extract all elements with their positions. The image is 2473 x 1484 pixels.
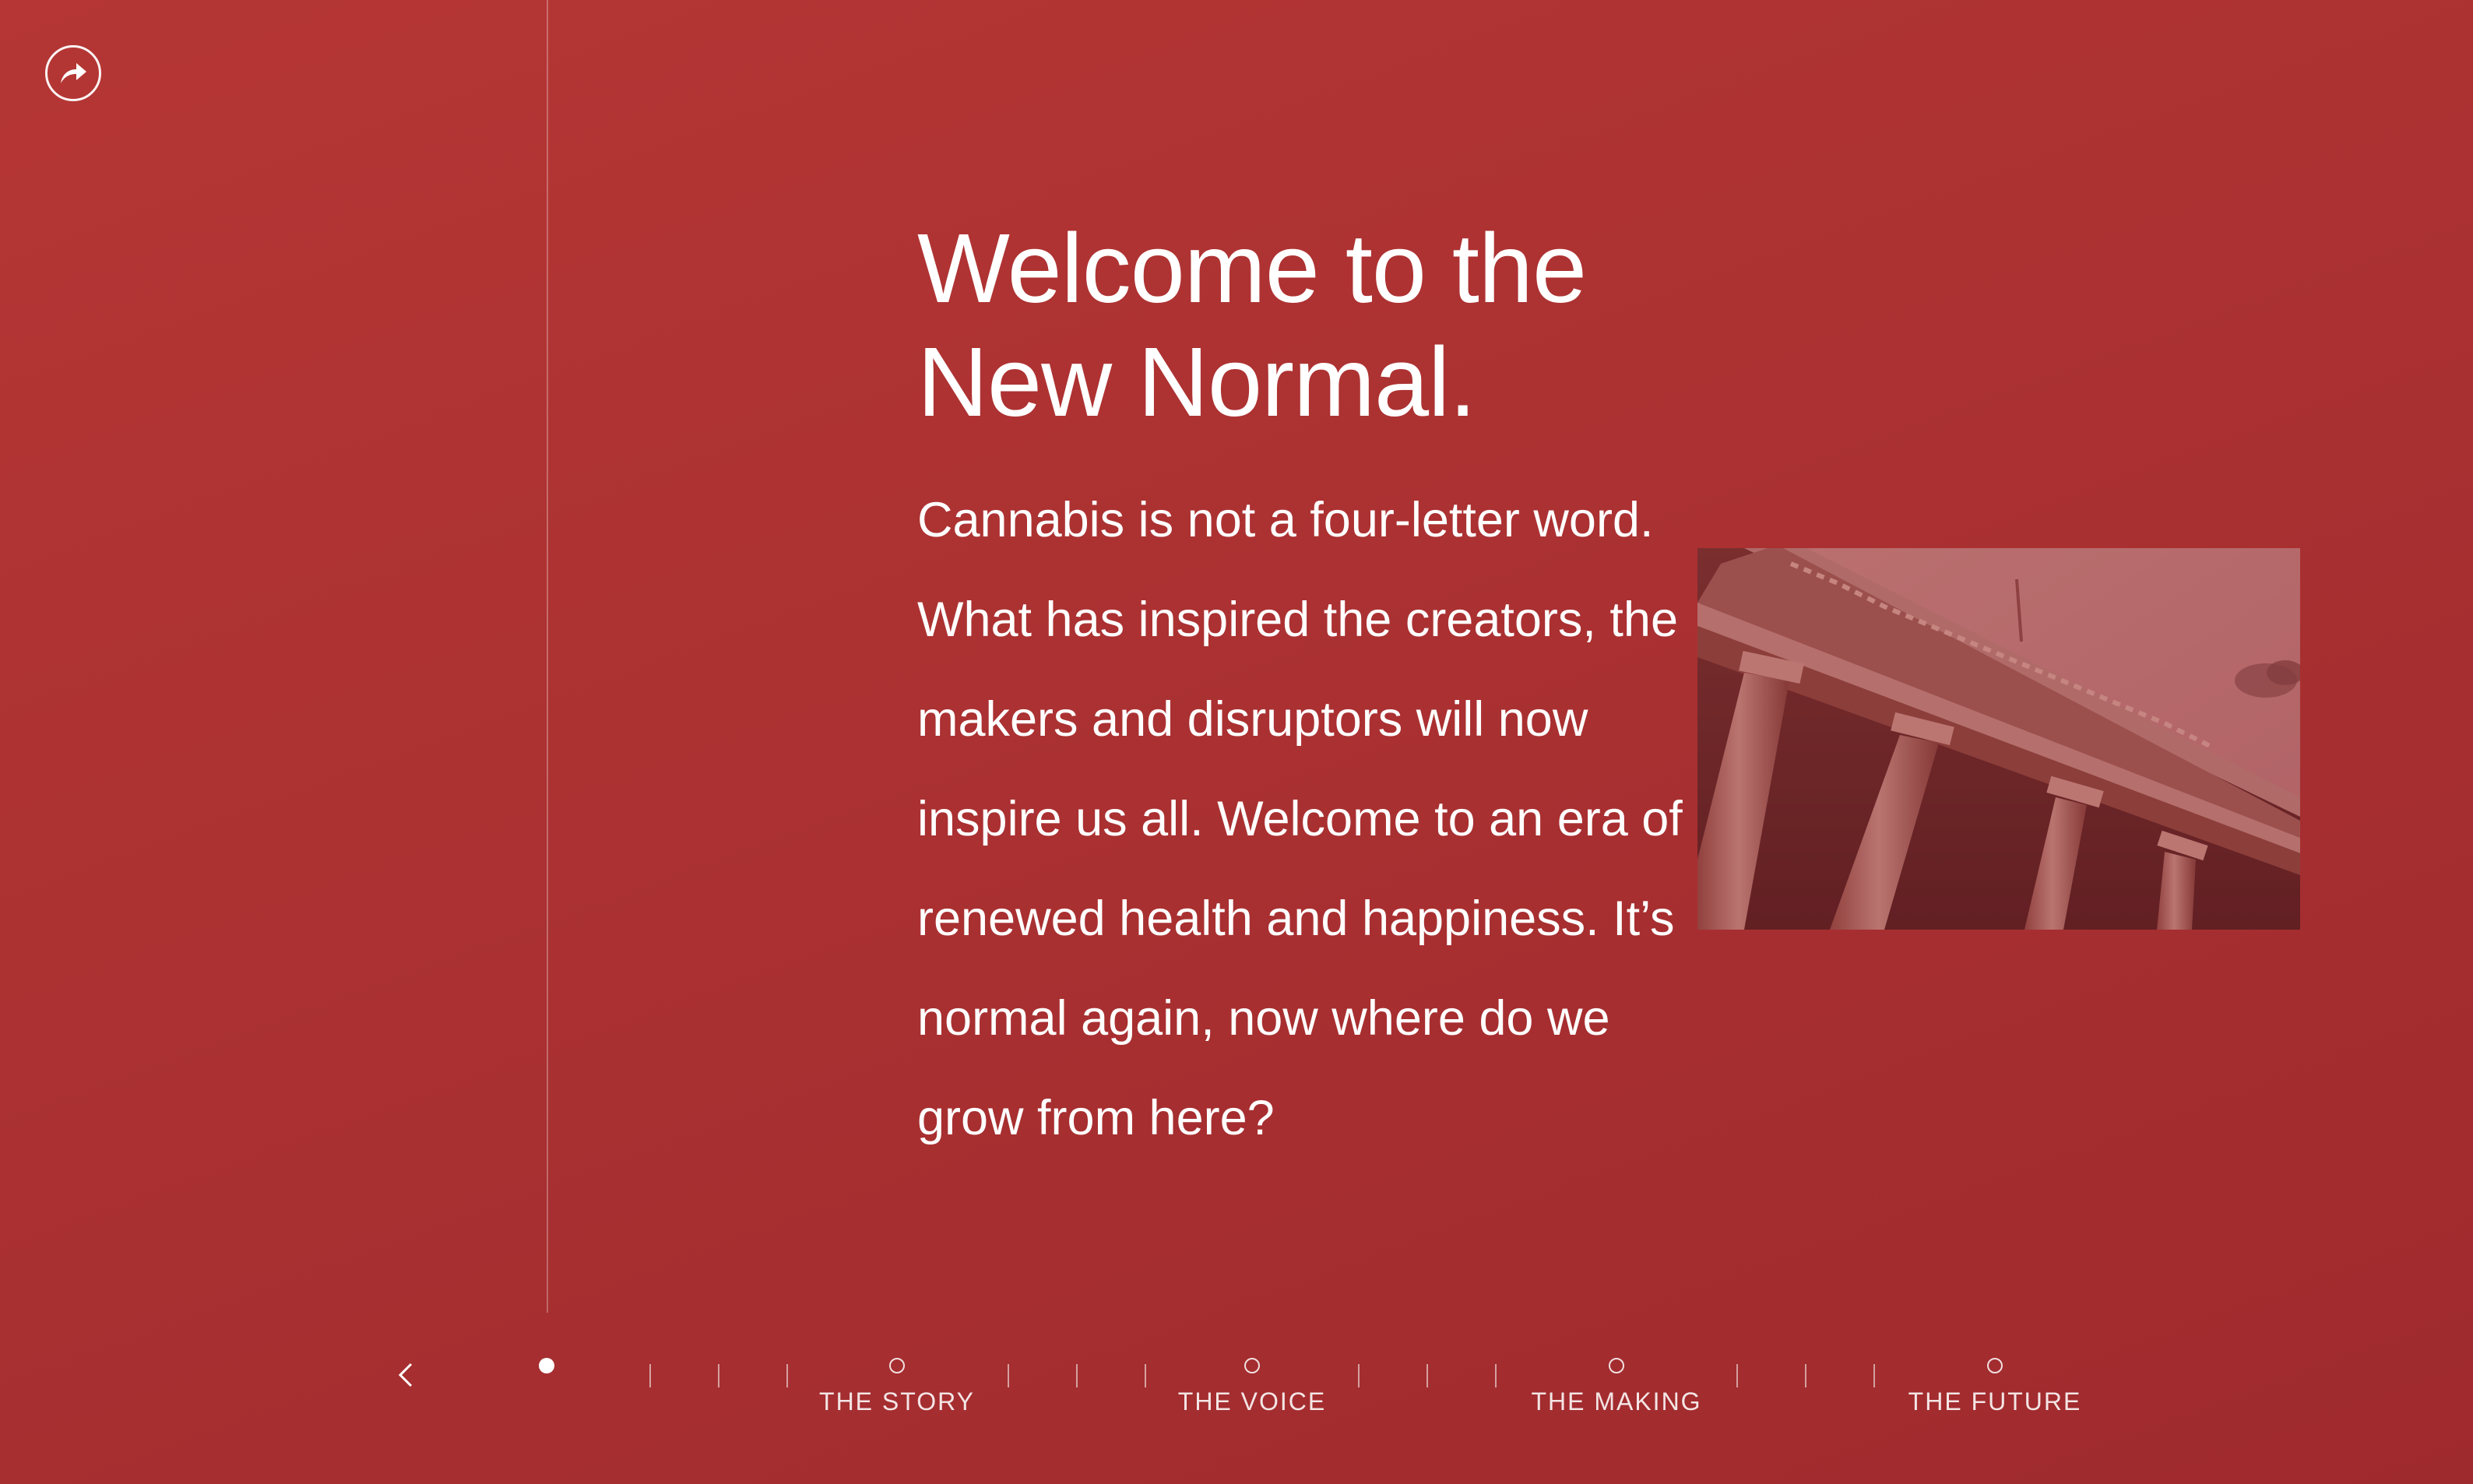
nav-label-future[interactable]: THE FUTURE <box>1870 1387 2119 1416</box>
nav-tick[interactable] <box>1736 1364 1738 1387</box>
share-button[interactable] <box>45 45 101 101</box>
intro-paragraph: Cannabis is not a four-letter word. What… <box>917 493 1683 1145</box>
nav-tick[interactable] <box>1008 1364 1009 1387</box>
chevron-left-icon <box>398 1363 413 1387</box>
page-title: Welcome to the New Normal. <box>917 213 1587 437</box>
nav-tick[interactable] <box>1495 1364 1497 1387</box>
nav-dot-story[interactable] <box>889 1358 905 1373</box>
previous-button[interactable] <box>389 1358 424 1392</box>
courthouse-columns-image <box>1697 548 2300 930</box>
nav-dot-voice[interactable] <box>1244 1358 1260 1373</box>
nav-tick[interactable] <box>1145 1364 1146 1387</box>
nav-tick[interactable] <box>1358 1364 1360 1387</box>
nav-tick[interactable] <box>1426 1364 1428 1387</box>
nav-label-story[interactable]: THE STORY <box>772 1387 1022 1416</box>
nav-tick[interactable] <box>649 1364 651 1387</box>
nav-tick[interactable] <box>1805 1364 1806 1387</box>
nav-label-voice[interactable]: THE VOICE <box>1127 1387 1377 1416</box>
section-navigation: THE STORY THE VOICE THE MAKING THE FUTUR… <box>0 1324 2473 1440</box>
nav-dot-intro[interactable] <box>539 1358 554 1373</box>
nav-tick[interactable] <box>1076 1364 1078 1387</box>
share-arrow-icon <box>61 63 86 83</box>
nav-tick[interactable] <box>786 1364 788 1387</box>
nav-tick[interactable] <box>718 1364 719 1387</box>
vertical-divider <box>547 0 548 1313</box>
nav-tick[interactable] <box>1873 1364 1875 1387</box>
nav-dot-future[interactable] <box>1987 1358 2003 1373</box>
nav-label-making[interactable]: THE MAKING <box>1492 1387 1741 1416</box>
nav-dot-making[interactable] <box>1609 1358 1624 1373</box>
